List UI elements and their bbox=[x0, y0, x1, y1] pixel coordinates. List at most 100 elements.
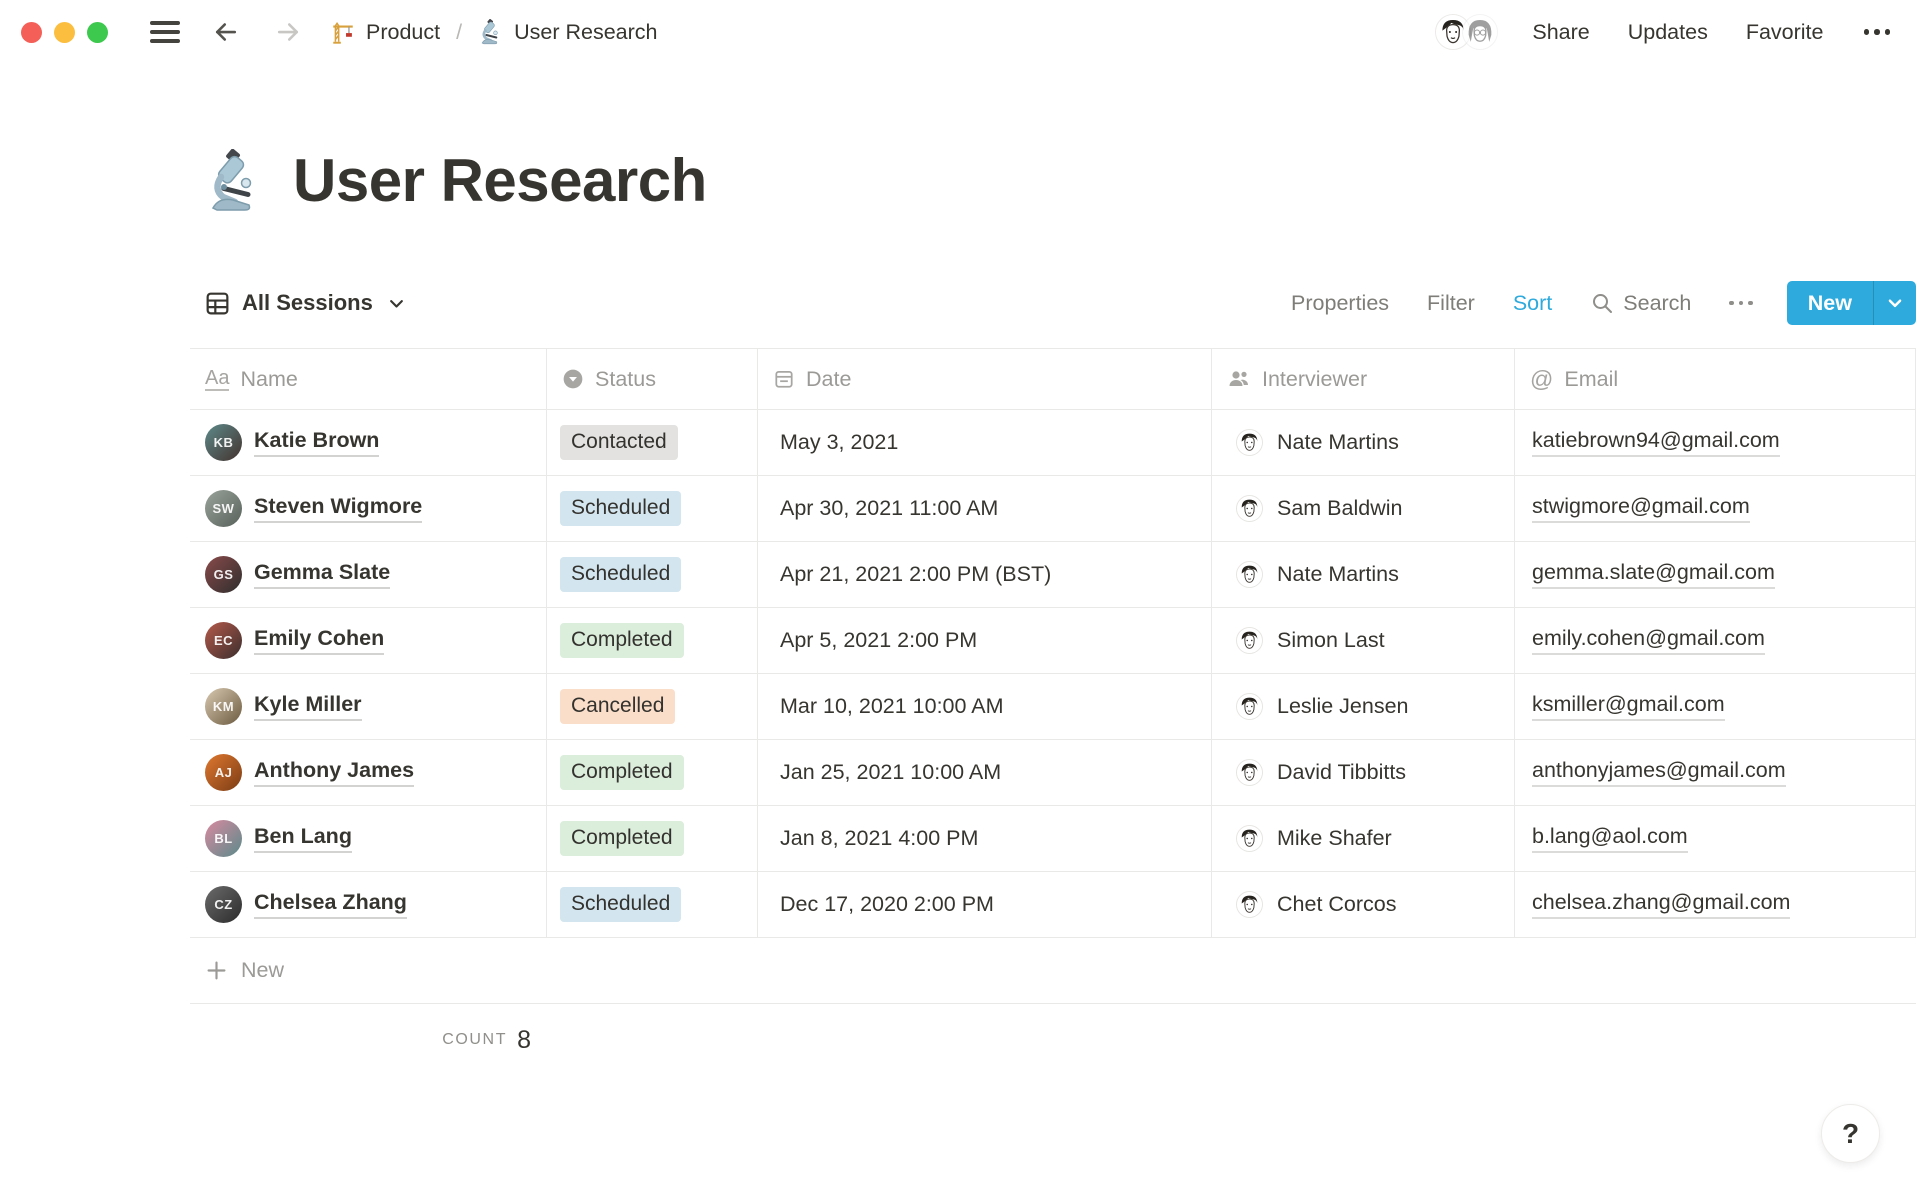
column-header-email[interactable]: @ Email bbox=[1515, 349, 1916, 409]
favorite-button[interactable]: Favorite bbox=[1746, 20, 1824, 45]
email-value[interactable]: gemma.slate@gmail.com bbox=[1532, 560, 1775, 589]
column-header-interviewer[interactable]: Interviewer bbox=[1212, 349, 1515, 409]
interviewer-cell[interactable]: Chet Corcos bbox=[1212, 872, 1515, 937]
status-cell[interactable]: Contacted bbox=[547, 410, 758, 475]
email-value[interactable]: b.lang@aol.com bbox=[1532, 824, 1688, 853]
status-badge: Completed bbox=[560, 821, 684, 856]
email-cell[interactable]: anthonyjames@gmail.com bbox=[1515, 740, 1916, 805]
email-value[interactable]: katiebrown94@gmail.com bbox=[1532, 428, 1780, 457]
help-button[interactable]: ? bbox=[1821, 1104, 1880, 1163]
column-header-status[interactable]: Status bbox=[547, 349, 758, 409]
date-cell[interactable]: Apr 5, 2021 2:00 PM bbox=[758, 608, 1212, 673]
close-window-button[interactable] bbox=[21, 21, 42, 43]
toolbar-actions: Properties Filter Sort Search New bbox=[1291, 281, 1916, 325]
status-cell[interactable]: Completed bbox=[547, 740, 758, 805]
date-cell[interactable]: Dec 17, 2020 2:00 PM bbox=[758, 872, 1212, 937]
status-cell[interactable]: Cancelled bbox=[547, 674, 758, 739]
name-cell[interactable]: KB Katie Brown bbox=[190, 410, 547, 475]
email-cell[interactable]: emily.cohen@gmail.com bbox=[1515, 608, 1916, 673]
minimize-window-button[interactable] bbox=[54, 21, 75, 43]
updates-button[interactable]: Updates bbox=[1628, 20, 1708, 45]
status-badge: Completed bbox=[560, 623, 684, 658]
forward-arrow-icon[interactable] bbox=[272, 16, 304, 48]
email-cell[interactable]: stwigmore@gmail.com bbox=[1515, 476, 1916, 541]
email-value[interactable]: emily.cohen@gmail.com bbox=[1532, 626, 1765, 655]
status-cell[interactable]: Scheduled bbox=[547, 872, 758, 937]
table-row[interactable]: KB Katie Brown Contacted May 3, 2021 Nat… bbox=[190, 410, 1916, 476]
search-button[interactable]: Search bbox=[1590, 291, 1691, 316]
back-arrow-icon[interactable] bbox=[210, 16, 242, 48]
interviewer-cell[interactable]: David Tibbitts bbox=[1212, 740, 1515, 805]
name-cell[interactable]: BL Ben Lang bbox=[190, 806, 547, 871]
email-cell[interactable]: chelsea.zhang@gmail.com bbox=[1515, 872, 1916, 937]
interviewer-cell[interactable]: Sam Baldwin bbox=[1212, 476, 1515, 541]
person-name[interactable]: Kyle Miller bbox=[254, 692, 362, 721]
date-cell[interactable]: Jan 25, 2021 10:00 AM bbox=[758, 740, 1212, 805]
interviewer-cell[interactable]: Leslie Jensen bbox=[1212, 674, 1515, 739]
date-cell[interactable]: May 3, 2021 bbox=[758, 410, 1212, 475]
name-cell[interactable]: CZ Chelsea Zhang bbox=[190, 872, 547, 937]
new-entry-dropdown[interactable] bbox=[1874, 281, 1916, 325]
name-cell[interactable]: GS Gemma Slate bbox=[190, 542, 547, 607]
email-cell[interactable]: gemma.slate@gmail.com bbox=[1515, 542, 1916, 607]
interviewer-cell[interactable]: Nate Martins bbox=[1212, 410, 1515, 475]
sort-button[interactable]: Sort bbox=[1513, 291, 1552, 316]
email-value[interactable]: chelsea.zhang@gmail.com bbox=[1532, 890, 1791, 919]
interviewer-cell[interactable]: Nate Martins bbox=[1212, 542, 1515, 607]
person-name[interactable]: Steven Wigmore bbox=[254, 494, 423, 523]
column-header-date[interactable]: Date bbox=[758, 349, 1212, 409]
table-row[interactable]: CZ Chelsea Zhang Scheduled Dec 17, 2020 … bbox=[190, 872, 1916, 938]
name-cell[interactable]: SW Steven Wigmore bbox=[190, 476, 547, 541]
toolbar-more-icon[interactable] bbox=[1729, 300, 1753, 306]
status-cell[interactable]: Scheduled bbox=[547, 476, 758, 541]
breadcrumb-parent[interactable]: Product bbox=[366, 20, 440, 45]
table-row[interactable]: AJ Anthony James Completed Jan 25, 2021 … bbox=[190, 740, 1916, 806]
email-cell[interactable]: katiebrown94@gmail.com bbox=[1515, 410, 1916, 475]
email-cell[interactable]: ksmiller@gmail.com bbox=[1515, 674, 1916, 739]
date-cell[interactable]: Apr 21, 2021 2:00 PM (BST) bbox=[758, 542, 1212, 607]
table-row[interactable]: SW Steven Wigmore Scheduled Apr 30, 2021… bbox=[190, 476, 1916, 542]
date-cell[interactable]: Mar 10, 2021 10:00 AM bbox=[758, 674, 1212, 739]
person-name[interactable]: Gemma Slate bbox=[254, 560, 391, 589]
email-value[interactable]: stwigmore@gmail.com bbox=[1532, 494, 1750, 523]
person-name[interactable]: Anthony James bbox=[254, 758, 415, 787]
new-entry-label[interactable]: New bbox=[1787, 281, 1873, 325]
name-cell[interactable]: AJ Anthony James bbox=[190, 740, 547, 805]
count-calculation[interactable]: COUNT 8 bbox=[190, 1004, 547, 1076]
status-cell[interactable]: Scheduled bbox=[547, 542, 758, 607]
properties-button[interactable]: Properties bbox=[1291, 291, 1389, 316]
person-name[interactable]: Katie Brown bbox=[254, 428, 380, 457]
filter-button[interactable]: Filter bbox=[1427, 291, 1475, 316]
zoom-window-button[interactable] bbox=[87, 21, 108, 43]
sidebar-menu-icon[interactable] bbox=[150, 21, 180, 43]
share-button[interactable]: Share bbox=[1532, 20, 1589, 45]
new-entry-button[interactable]: New bbox=[1786, 281, 1916, 325]
table-row[interactable]: GS Gemma Slate Scheduled Apr 21, 2021 2:… bbox=[190, 542, 1916, 608]
topbar-actions: Share Updates Favorite bbox=[1435, 14, 1890, 50]
name-cell[interactable]: EC Emily Cohen bbox=[190, 608, 547, 673]
table-row[interactable]: BL Ben Lang Completed Jan 8, 2021 4:00 P… bbox=[190, 806, 1916, 872]
date-cell[interactable]: Apr 30, 2021 11:00 AM bbox=[758, 476, 1212, 541]
interviewer-cell[interactable]: Simon Last bbox=[1212, 608, 1515, 673]
microscope-icon-large[interactable] bbox=[203, 148, 267, 213]
person-name[interactable]: Ben Lang bbox=[254, 824, 352, 853]
status-cell[interactable]: Completed bbox=[547, 608, 758, 673]
breadcrumb-current[interactable]: User Research bbox=[514, 20, 657, 45]
table-row[interactable]: EC Emily Cohen Completed Apr 5, 2021 2:0… bbox=[190, 608, 1916, 674]
email-value[interactable]: ksmiller@gmail.com bbox=[1532, 692, 1725, 721]
email-value[interactable]: anthonyjames@gmail.com bbox=[1532, 758, 1786, 787]
add-row-button[interactable]: New bbox=[190, 938, 1916, 1004]
page-title[interactable]: User Research bbox=[293, 146, 707, 215]
date-cell[interactable]: Jan 8, 2021 4:00 PM bbox=[758, 806, 1212, 871]
view-switcher[interactable]: All Sessions bbox=[190, 290, 406, 316]
person-name[interactable]: Emily Cohen bbox=[254, 626, 385, 655]
email-cell[interactable]: b.lang@aol.com bbox=[1515, 806, 1916, 871]
more-options-icon[interactable] bbox=[1863, 29, 1890, 35]
table-row[interactable]: KM Kyle Miller Cancelled Mar 10, 2021 10… bbox=[190, 674, 1916, 740]
person-name[interactable]: Chelsea Zhang bbox=[254, 890, 407, 919]
name-cell[interactable]: KM Kyle Miller bbox=[190, 674, 547, 739]
column-header-name[interactable]: Aa Name bbox=[190, 349, 547, 409]
collaborator-avatar[interactable] bbox=[1462, 14, 1499, 50]
status-cell[interactable]: Completed bbox=[547, 806, 758, 871]
interviewer-cell[interactable]: Mike Shafer bbox=[1212, 806, 1515, 871]
